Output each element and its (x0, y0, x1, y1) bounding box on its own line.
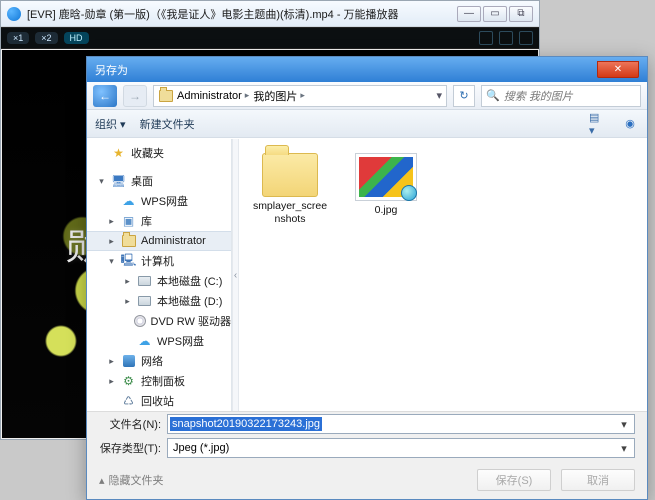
libraries-icon: ▣ (121, 214, 136, 228)
refresh-button[interactable]: ↻ (453, 85, 475, 107)
speed-x1-badge[interactable]: ×1 (7, 32, 29, 44)
tree-network[interactable]: 网络 (87, 351, 231, 371)
player-titlebar[interactable]: [EVR] 鹿晗-勋章 (第一版)（《我是证人》电影主题曲)(标清).mp4 -… (1, 1, 539, 27)
filename-dropdown-icon[interactable]: ▾ (616, 415, 632, 433)
dialog-titlebar[interactable]: 另存为 ✕ (87, 57, 647, 82)
filetype-field[interactable]: Jpeg (*.jpg) ▾ (167, 438, 635, 458)
drive-icon (137, 294, 152, 308)
help-button[interactable]: ◉ (621, 115, 639, 133)
dialog-bottom-panel: 文件名(N): snapshot20190322173243.jpg ▾ 保存类… (87, 411, 647, 499)
new-folder-button[interactable]: 新建文件夹 (140, 116, 195, 132)
hd-badge[interactable]: HD (64, 32, 89, 44)
save-button[interactable]: 保存(S) (477, 469, 551, 491)
view-mode-button[interactable]: ▤ ▾ (589, 115, 607, 133)
control-panel-icon: ⚙ (121, 374, 136, 388)
tree-favorites[interactable]: ★收藏夹 (87, 143, 231, 163)
search-box[interactable]: 🔍 搜索 我的图片 (481, 85, 641, 107)
cloud-icon: ☁ (121, 194, 136, 208)
nav-back-button[interactable]: ← (93, 85, 117, 107)
tree-dvd[interactable]: DVD RW 驱动器 (87, 311, 231, 331)
file-name: 0.jpg (375, 204, 398, 217)
navigation-tree: ★收藏夹 🖥桌面 ☁WPS网盘 ▣库 Administrator 🖳计算机 本地… (87, 139, 232, 411)
dvd-icon (134, 314, 146, 328)
filename-label: 文件名(N): (99, 416, 161, 432)
dialog-close-button[interactable]: ✕ (597, 61, 639, 78)
tree-recycle-bin[interactable]: ♺回收站 (87, 391, 231, 411)
recycle-bin-icon: ♺ (121, 394, 136, 408)
filetype-value: Jpeg (*.jpg) (170, 442, 229, 454)
player-icon-1[interactable] (479, 31, 493, 45)
search-icon: 🔍 (486, 89, 500, 102)
cloud-icon: ☁ (137, 334, 152, 348)
tree-drive-d[interactable]: 本地磁盘 (D:) (87, 291, 231, 311)
folder-icon (262, 153, 318, 197)
filetype-label: 保存类型(T): (99, 440, 161, 456)
search-placeholder: 搜索 我的图片 (504, 88, 573, 104)
player-control-bar: ×1 ×2 HD (1, 27, 539, 49)
player-icon-2[interactable] (499, 31, 513, 45)
tree-libraries[interactable]: ▣库 (87, 211, 231, 231)
desktop-icon: 🖥 (111, 174, 126, 188)
image-thumbnail (355, 153, 417, 201)
computer-icon: 🖳 (121, 254, 136, 268)
chevron-right-icon: ▸ (300, 90, 305, 101)
folder-icon (158, 89, 173, 103)
tree-control-panel[interactable]: ⚙控制面板 (87, 371, 231, 391)
address-bar-row: ← → Administrator▸ 我的图片▸ ▾ ↻ 🔍 搜索 我的图片 (87, 82, 647, 110)
speed-x2-badge[interactable]: ×2 (35, 32, 57, 44)
star-icon: ★ (111, 146, 126, 160)
player-title-text: [EVR] 鹿晗-勋章 (第一版)（《我是证人》电影主题曲)(标清).mp4 -… (27, 6, 399, 22)
file-name: smplayer_screenshots (251, 200, 329, 226)
chevron-up-icon: ▴ (99, 474, 105, 487)
filename-field[interactable]: snapshot20190322173243.jpg ▾ (167, 414, 635, 434)
drive-icon (137, 274, 152, 288)
tree-administrator[interactable]: Administrator (87, 231, 231, 251)
breadcrumb-seg-2[interactable]: 我的图片 (253, 88, 297, 104)
player-close-button[interactable]: ⧉ (509, 6, 533, 22)
filename-value[interactable]: snapshot20190322173243.jpg (170, 417, 322, 431)
cancel-button[interactable]: 取消 (561, 469, 635, 491)
player-maximize-button[interactable]: ▭ (483, 6, 507, 22)
tree-desktop[interactable]: 🖥桌面 (87, 171, 231, 191)
network-icon (121, 354, 136, 368)
tree-wps[interactable]: ☁WPS网盘 (87, 191, 231, 211)
nav-forward-button[interactable]: → (123, 85, 147, 107)
organize-button[interactable]: 组织 ▾ (95, 116, 126, 132)
file-item-folder[interactable]: smplayer_screenshots (251, 153, 329, 226)
filetype-dropdown-icon[interactable]: ▾ (616, 439, 632, 457)
breadcrumb-seg-1[interactable]: Administrator (177, 90, 242, 102)
player-app-icon (7, 7, 21, 21)
hide-folders-toggle[interactable]: ▴隐藏文件夹 (99, 472, 164, 488)
player-minimize-button[interactable]: — (457, 6, 481, 22)
tree-collapse-handle[interactable] (232, 139, 239, 411)
tree-drive-c[interactable]: 本地磁盘 (C:) (87, 271, 231, 291)
dialog-title-text: 另存为 (95, 62, 128, 78)
chevron-right-icon: ▸ (245, 90, 250, 101)
tree-computer[interactable]: 🖳计算机 (87, 251, 231, 271)
toolbar: 组织 ▾ 新建文件夹 ▤ ▾ ◉ (87, 110, 647, 138)
tree-wps2[interactable]: ☁WPS网盘 (87, 331, 231, 351)
breadcrumb-dropdown-icon[interactable]: ▾ (436, 89, 442, 102)
user-folder-icon (121, 234, 136, 248)
player-icon-3[interactable] (519, 31, 533, 45)
file-item-image[interactable]: 0.jpg (347, 153, 425, 217)
file-list[interactable]: smplayer_screenshots 0.jpg (239, 139, 647, 411)
breadcrumb-bar[interactable]: Administrator▸ 我的图片▸ ▾ (153, 85, 447, 107)
save-as-dialog: 另存为 ✕ ← → Administrator▸ 我的图片▸ ▾ ↻ 🔍 搜索 … (86, 56, 648, 500)
